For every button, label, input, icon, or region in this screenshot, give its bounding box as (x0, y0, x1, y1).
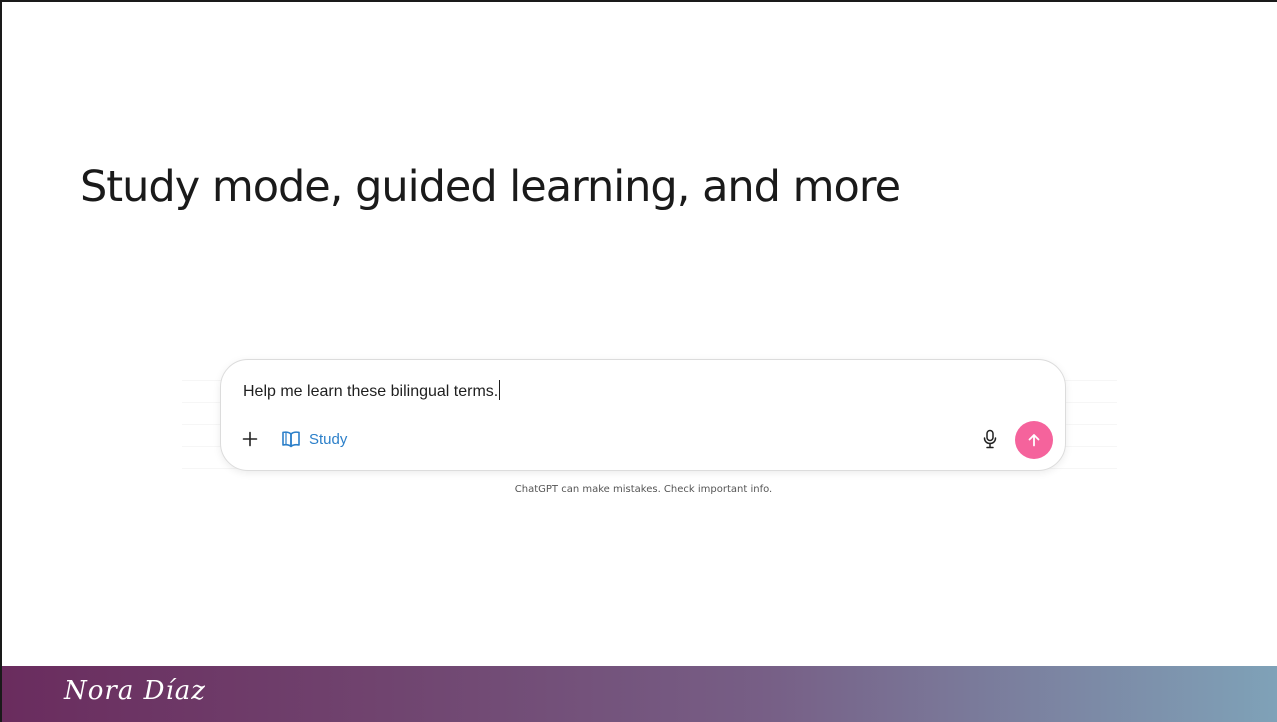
prompt-text: Help me learn these bilingual terms. (243, 383, 499, 400)
text-caret (499, 380, 501, 400)
microphone-icon (983, 429, 997, 449)
add-attachment-button[interactable] (237, 426, 263, 452)
voice-input-button[interactable] (977, 426, 1003, 452)
study-mode-button[interactable]: Study (281, 426, 347, 452)
footer-bar: Nora Díaz (2, 666, 1277, 722)
book-open-icon (282, 431, 300, 448)
disclaimer-text: ChatGPT can make mistakes. Check importa… (514, 484, 773, 495)
study-mode-label: Study (309, 430, 348, 448)
chat-composer[interactable]: Help me learn these bilingual terms. Stu… (220, 359, 1066, 471)
prompt-input[interactable]: Help me learn these bilingual terms. (243, 380, 501, 401)
slide-title: Study mode, guided learning, and more (80, 162, 901, 212)
send-button[interactable] (1015, 421, 1053, 459)
arrow-up-icon (1028, 434, 1040, 447)
slide: Study mode, guided learning, and more He… (0, 0, 1277, 722)
plus-icon (242, 431, 258, 447)
author-signature: Nora Díaz (64, 676, 206, 706)
